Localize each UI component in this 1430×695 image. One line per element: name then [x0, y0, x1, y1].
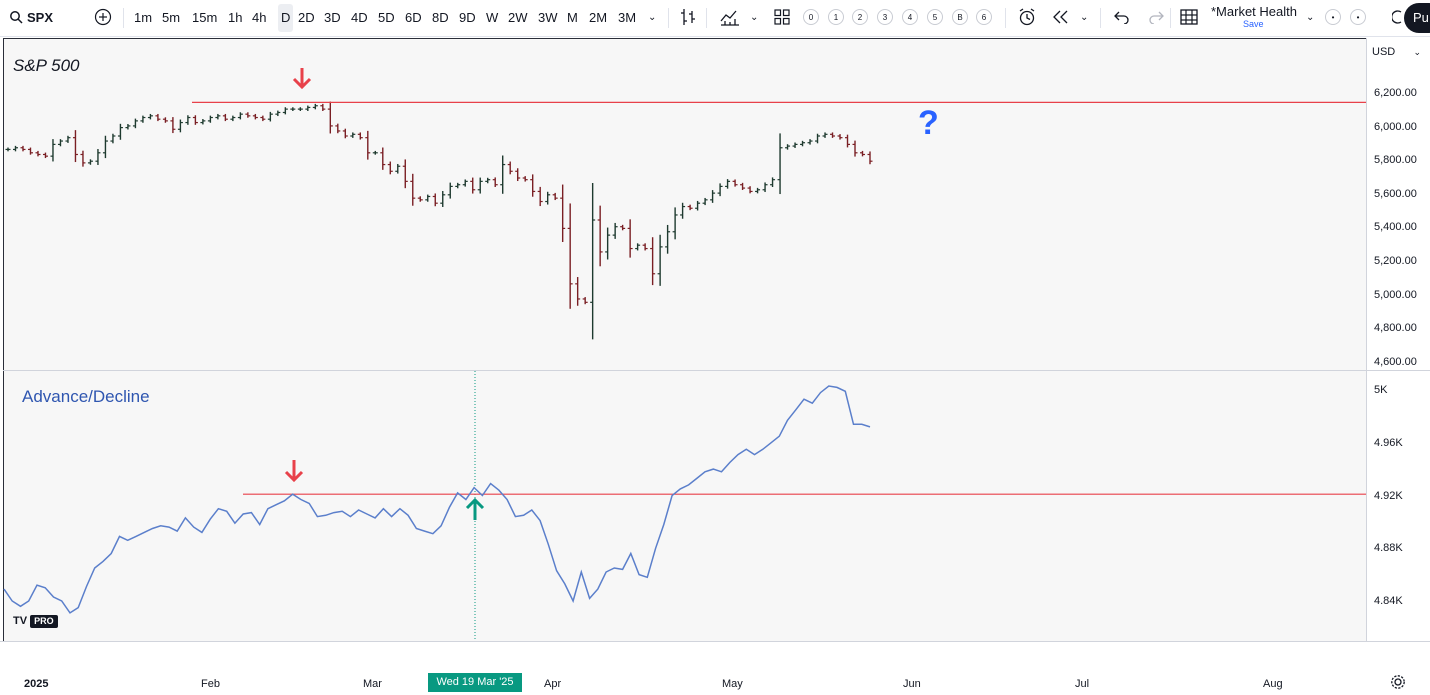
- time-label: May: [722, 678, 743, 690]
- logo-mark: TV: [13, 615, 28, 627]
- tradingview-logo: TV PRO: [13, 615, 58, 629]
- time-label: Apr: [544, 678, 562, 690]
- time-label: Aug: [1263, 678, 1283, 690]
- crosshair-date-label: Wed 19 Mar '25: [428, 673, 522, 692]
- question-mark-annotation: ?: [918, 104, 939, 142]
- time-label: Jun: [903, 678, 921, 690]
- chart-plot: [3, 68, 1366, 641]
- time-label: Mar: [363, 678, 382, 690]
- time-label: Feb: [201, 678, 220, 690]
- ad-down-arrow-icon: [284, 460, 304, 483]
- ad-series-line: [3, 385, 871, 614]
- spx-ohlc-series: [5, 101, 873, 340]
- pro-badge: PRO: [30, 615, 58, 628]
- time-label: 2025: [24, 678, 49, 690]
- spx-down-arrow-icon: [292, 68, 312, 90]
- time-label: Jul: [1075, 678, 1090, 690]
- ad-up-arrow-icon: [465, 497, 485, 520]
- upper-pane-title: S&P 500: [13, 56, 80, 75]
- lower-pane-title: Advance/Decline: [22, 387, 150, 406]
